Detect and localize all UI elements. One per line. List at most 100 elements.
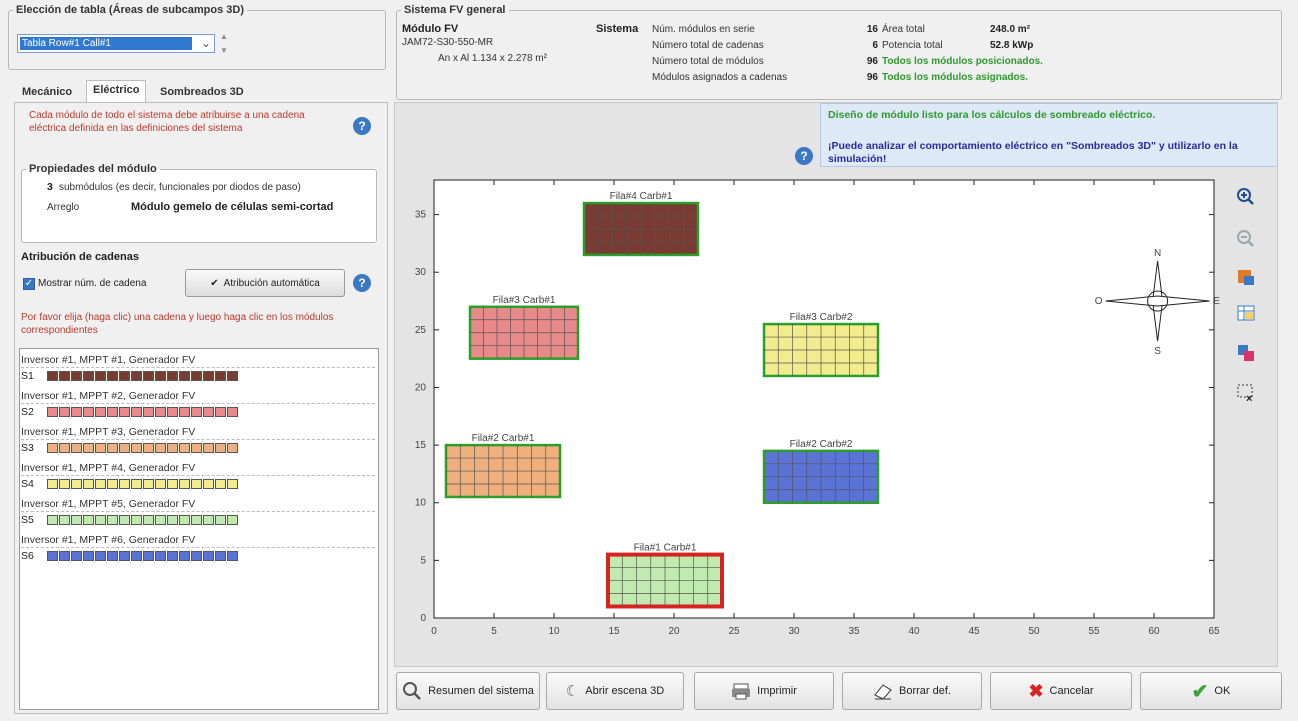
- string-module-swatch: [59, 551, 70, 562]
- string-module-swatch: [179, 407, 190, 418]
- select-remove-icon[interactable]: ×: [1233, 380, 1259, 406]
- string-module-swatch: [227, 479, 238, 490]
- string-module-swatch: [227, 515, 238, 526]
- string-module-swatch: [47, 515, 58, 526]
- table-select-value: Tabla Row#1 Call#1: [20, 37, 192, 50]
- eraser-icon: [874, 684, 892, 700]
- x-tick-label: 45: [968, 626, 980, 634]
- string-item[interactable]: Inversor #1, MPPT #6, Generador FV S6: [21, 533, 375, 564]
- system-row-label: Módulos asignados a cadenas: [652, 72, 788, 83]
- string-module-swatch: [95, 479, 106, 490]
- x-tick-label: 35: [848, 626, 860, 634]
- string-module-swatch: [107, 551, 118, 562]
- help-icon[interactable]: ?: [353, 274, 371, 292]
- tab-sombreados[interactable]: Sombreados 3D: [154, 83, 250, 103]
- string-module-swatch: [155, 407, 166, 418]
- show-num-checkbox[interactable]: ✓: [23, 278, 35, 290]
- pv-table-label: Fila#3 Carb#1: [493, 295, 556, 306]
- string-module-swatch: [95, 371, 106, 382]
- y-tick-label: 30: [415, 267, 427, 278]
- string-module-swatch: [95, 551, 106, 562]
- x-tick-label: 25: [728, 626, 740, 634]
- string-module-swatch: [131, 515, 142, 526]
- checkmark-icon: ✔: [1191, 680, 1209, 703]
- magnifier-icon: [403, 682, 421, 700]
- ok-button[interactable]: ✔ OK: [1140, 672, 1282, 710]
- string-module-swatch: [155, 371, 166, 382]
- tab-electrico[interactable]: Eléctrico: [86, 80, 147, 103]
- string-module-swatch: [227, 407, 238, 418]
- string-item[interactable]: Inversor #1, MPPT #2, Generador FV S2: [21, 389, 375, 420]
- swap-icon[interactable]: [1233, 340, 1259, 366]
- string-module-swatch: [143, 371, 154, 382]
- print-button[interactable]: Imprimir: [694, 672, 834, 710]
- string-module-swatch: [155, 443, 166, 454]
- help-icon[interactable]: ?: [795, 147, 813, 165]
- print-label: Imprimir: [757, 685, 797, 697]
- string-module-swatch: [71, 443, 82, 454]
- string-module-swatch: [215, 551, 226, 562]
- string-item[interactable]: Inversor #1, MPPT #5, Generador FV S5: [21, 497, 375, 528]
- auto-attribution-button[interactable]: ✔ Atribución automática: [185, 269, 345, 297]
- x-tick-label: 50: [1028, 626, 1040, 634]
- string-module-swatch: [203, 407, 214, 418]
- moon-icon: ☾: [565, 683, 580, 700]
- string-module-swatch: [215, 407, 226, 418]
- string-id: S3: [21, 442, 34, 454]
- cancel-label: Cancelar: [1049, 685, 1094, 697]
- attribution-title: Atribución de cadenas: [21, 251, 139, 263]
- x-tick-label: 5: [491, 626, 497, 634]
- electrical-panel: Cada módulo de todo el sistema debe atri…: [14, 102, 388, 714]
- submodules-count: 3: [47, 181, 53, 193]
- string-module-swatch: [215, 443, 226, 454]
- system-row-label: Número total de cadenas: [652, 40, 764, 51]
- open-3d-scene-button[interactable]: ☾ Abrir escena 3D: [546, 672, 684, 710]
- string-module-swatch: [179, 479, 190, 490]
- y-tick-label: 15: [415, 440, 427, 451]
- system-row-status: Todos los módulos posicionados.: [882, 56, 1043, 67]
- tab-mecanico[interactable]: Mecánico: [16, 83, 78, 103]
- string-module-swatch: [83, 407, 94, 418]
- system-summary-button[interactable]: Resumen del sistema: [396, 672, 540, 710]
- string-module-swatch: [107, 407, 118, 418]
- string-item[interactable]: Inversor #1, MPPT #1, Generador FV S1: [21, 353, 375, 384]
- zoom-in-icon[interactable]: [1233, 184, 1259, 210]
- string-module-swatch: [95, 443, 106, 454]
- cancel-button[interactable]: ✖ Cancelar: [990, 672, 1132, 710]
- string-module-swatch: [131, 551, 142, 562]
- module-model: JAM72-S30-550-MR: [402, 37, 494, 48]
- printer-icon: [732, 683, 751, 700]
- string-item[interactable]: Inversor #1, MPPT #4, Generador FV S4: [21, 461, 375, 492]
- string-label: Inversor #1, MPPT #4, Generador FV: [21, 461, 375, 476]
- spin-down-icon[interactable]: ▼: [220, 46, 228, 55]
- spin-up-icon[interactable]: ▲: [220, 32, 228, 41]
- y-tick-label: 0: [420, 613, 426, 624]
- string-module-swatch: [203, 551, 214, 562]
- string-module-swatch: [119, 515, 130, 526]
- compass-west-label: O: [1095, 296, 1103, 307]
- string-module-swatch: [107, 443, 118, 454]
- string-module-swatch: [59, 371, 70, 382]
- table-select[interactable]: Tabla Row#1 Call#1 ⌄: [17, 34, 215, 53]
- x-tick-label: 15: [608, 626, 620, 634]
- layout-plot[interactable]: 0 5 10 15 20 25 30 35 40 45 50 55 60 65 0 5 10 15 20 25 30 35…: [398, 172, 1224, 634]
- string-module-swatch: [119, 371, 130, 382]
- y-tick-label: 35: [415, 210, 427, 221]
- string-module-swatch: [59, 407, 70, 418]
- help-icon[interactable]: ?: [353, 117, 371, 135]
- string-item[interactable]: Inversor #1, MPPT #3, Generador FV S3: [21, 425, 375, 456]
- delete-definitions-button[interactable]: Borrar def.: [842, 672, 982, 710]
- plot-area: [433, 179, 1215, 619]
- system-row-value2: 52.8 kWp: [990, 40, 1034, 51]
- string-module-swatch: [83, 515, 94, 526]
- string-module-swatch: [215, 479, 226, 490]
- submodules-text: submódulos (es decir, funcionales por di…: [59, 182, 301, 193]
- compass-north-label: N: [1154, 248, 1161, 259]
- string-module-swatch: [59, 443, 70, 454]
- zoom-out-icon[interactable]: [1233, 226, 1259, 252]
- string-module-swatch: [71, 551, 82, 562]
- info-text: Cada módulo de todo el sistema debe atri…: [29, 110, 305, 134]
- string-module-swatch: [179, 443, 190, 454]
- export-image-icon[interactable]: [1233, 264, 1259, 290]
- table-icon[interactable]: [1233, 300, 1259, 326]
